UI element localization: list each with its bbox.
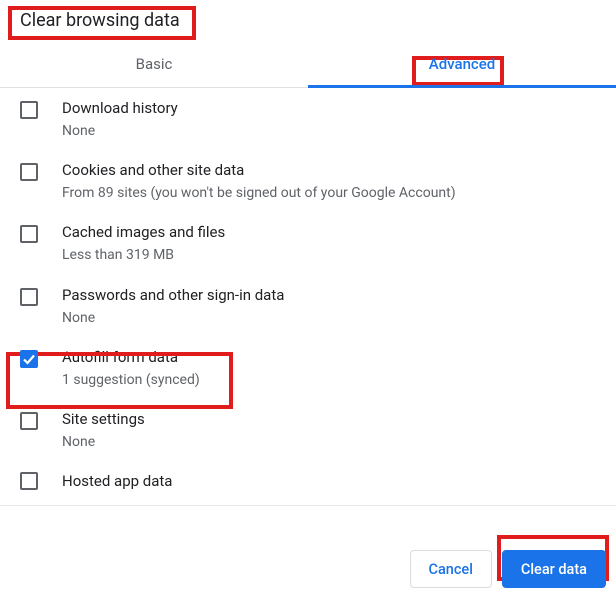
tab-advanced-label: Advanced (429, 55, 495, 73)
options-list: Download history None Cookies and other … (0, 88, 616, 492)
option-hosted-app-data: Hosted app data (0, 461, 616, 492)
tab-basic-label: Basic (136, 55, 173, 73)
option-download-history: Download history None (0, 88, 616, 150)
checkbox-site-settings[interactable] (20, 412, 38, 430)
option-label: Autofill form data (62, 347, 200, 368)
checkbox-hosted-app-data[interactable] (20, 472, 38, 490)
dialog-title: Clear browsing data (0, 0, 200, 43)
checkbox-cookies[interactable] (20, 163, 38, 181)
option-subtext: From 89 sites (you won't be signed out o… (62, 184, 456, 202)
option-label: Cached images and files (62, 222, 225, 243)
clear-data-button[interactable]: Clear data (502, 550, 606, 588)
checkbox-download-history[interactable] (20, 101, 38, 119)
option-subtext: Less than 319 MB (62, 246, 225, 264)
checkbox-autofill[interactable] (20, 350, 38, 368)
cancel-button[interactable]: Cancel (410, 550, 492, 588)
option-label: Hosted app data (62, 471, 172, 492)
tabs: Basic Advanced (0, 43, 616, 88)
checkmark-icon (21, 351, 37, 367)
checkbox-passwords[interactable] (20, 288, 38, 306)
option-label: Passwords and other sign-in data (62, 285, 284, 306)
option-subtext: 1 suggestion (synced) (62, 371, 200, 389)
tab-advanced[interactable]: Advanced (308, 43, 616, 87)
option-site-settings: Site settings None (0, 399, 616, 461)
tab-basic[interactable]: Basic (0, 43, 308, 87)
dialog-footer: Cancel Clear data (410, 550, 607, 588)
checkbox-cached-images[interactable] (20, 225, 38, 243)
option-cached-images: Cached images and files Less than 319 MB (0, 212, 616, 274)
option-passwords: Passwords and other sign-in data None (0, 275, 616, 337)
option-subtext: None (62, 309, 284, 327)
clear-data-button-label: Clear data (521, 561, 587, 578)
divider (0, 505, 616, 506)
option-subtext: None (62, 433, 145, 451)
cancel-button-label: Cancel (429, 561, 473, 578)
option-label: Cookies and other site data (62, 160, 456, 181)
option-label: Site settings (62, 409, 145, 430)
option-subtext: None (62, 122, 178, 140)
option-label: Download history (62, 98, 178, 119)
option-autofill: Autofill form data 1 suggestion (synced) (0, 337, 616, 399)
option-cookies: Cookies and other site data From 89 site… (0, 150, 616, 212)
